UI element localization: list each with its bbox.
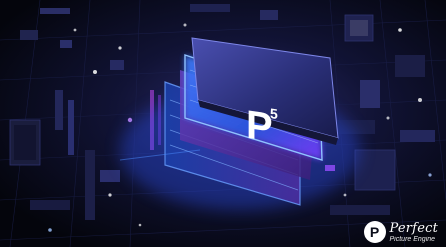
chip-logo-letter: P [246,102,273,151]
watermark-brand: Perfect [389,220,438,236]
watermark-text: Perfect Picture Engine [390,222,438,243]
chip-logo-superscript: 5 [270,105,278,122]
perfect-picture-engine-watermark: P Perfect Picture Engine [363,221,438,243]
processor-hero-image: P 5 P Perfect Picture Engine [0,0,446,247]
circuit-board-render: P 5 [0,0,446,247]
watermark-tagline: Picture Engine [389,235,436,243]
watermark-logo-icon: P [363,221,386,243]
